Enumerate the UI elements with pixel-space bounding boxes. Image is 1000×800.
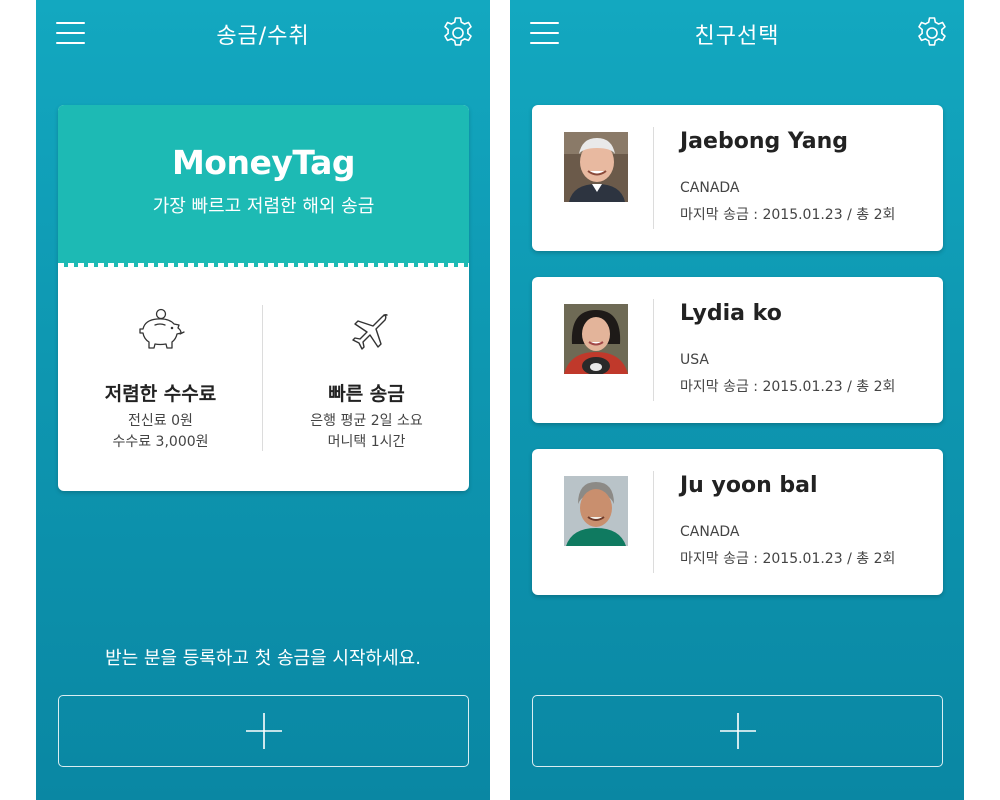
card-divider: [653, 299, 654, 401]
plus-icon: [719, 713, 756, 749]
service-info-card: MoneyTag 가장 빠르고 저렴한 해외 송금 저렴한 수수료 전신료 0원…: [58, 105, 469, 491]
friend-country: CANADA: [680, 180, 740, 196]
tagline: 가장 빠르고 저렴한 해외 송금: [152, 196, 375, 217]
transfer-screen: 송금/수취 MoneyTag 가장 빠르고 저렴한 해외 송금 저렴한 수수료 …: [36, 0, 490, 800]
gear-icon[interactable]: [914, 15, 950, 51]
piggy-bank-icon: [138, 308, 185, 349]
friend-select-screen: 친구선택 Jaebong Yang CANADA 마지막 송금 : 2015.0…: [510, 0, 964, 800]
feature-line: 전신료 0원: [128, 413, 193, 429]
feature-low-fee: 저렴한 수수료 전신료 0원 수수료 3,000원: [58, 265, 263, 491]
friend-name: Ju yoon bal: [680, 473, 818, 498]
friend-country: CANADA: [680, 524, 740, 540]
moneytag-logo: MoneyTag: [171, 143, 356, 182]
screen-title: 친구선택: [694, 24, 780, 49]
plus-icon: [245, 713, 282, 749]
friend-country: USA: [680, 352, 709, 368]
avatar: [564, 304, 628, 374]
last-transfer-info: 마지막 송금 : 2015.01.23 / 총 2회: [680, 551, 896, 567]
feature-title: 빠른 송금: [328, 383, 405, 405]
friend-card[interactable]: Lydia ko USA 마지막 송금 : 2015.01.23 / 총 2회: [532, 277, 943, 423]
feature-line: 머니택 1시간: [327, 434, 406, 450]
feature-fast-transfer: 빠른 송금 은행 평균 2일 소요 머니택 1시간: [264, 265, 469, 491]
friend-card[interactable]: Ju yoon bal CANADA 마지막 송금 : 2015.01.23 /…: [532, 449, 943, 595]
card-divider: [653, 127, 654, 229]
avatar: [564, 132, 628, 202]
register-prompt: 받는 분을 등록하고 첫 송금을 시작하세요.: [105, 648, 421, 669]
feature-description: 은행 평균 2일 소요 머니택 1시간: [264, 411, 469, 453]
gear-icon[interactable]: [440, 15, 476, 51]
top-bar: 친구선택: [510, 0, 964, 66]
friend-name: Lydia ko: [680, 301, 782, 326]
add-recipient-button[interactable]: [58, 695, 469, 767]
feature-description: 전신료 0원 수수료 3,000원: [58, 411, 263, 453]
card-divider: [653, 471, 654, 573]
friend-card[interactable]: Jaebong Yang CANADA 마지막 송금 : 2015.01.23 …: [532, 105, 943, 251]
avatar: [564, 476, 628, 546]
last-transfer-info: 마지막 송금 : 2015.01.23 / 총 2회: [680, 207, 896, 223]
feature-title: 저렴한 수수료: [104, 383, 217, 405]
feature-line: 은행 평균 2일 소요: [310, 413, 423, 429]
feature-divider: [262, 305, 263, 451]
card-header: MoneyTag 가장 빠르고 저렴한 해외 송금: [58, 105, 469, 265]
airplane-icon: [351, 314, 388, 350]
feature-line: 수수료 3,000원: [112, 434, 209, 450]
friend-name: Jaebong Yang: [680, 129, 849, 154]
last-transfer-info: 마지막 송금 : 2015.01.23 / 총 2회: [680, 379, 896, 395]
top-bar: 송금/수취: [36, 0, 490, 66]
screen-title: 송금/수취: [216, 24, 310, 49]
add-friend-button[interactable]: [532, 695, 943, 767]
